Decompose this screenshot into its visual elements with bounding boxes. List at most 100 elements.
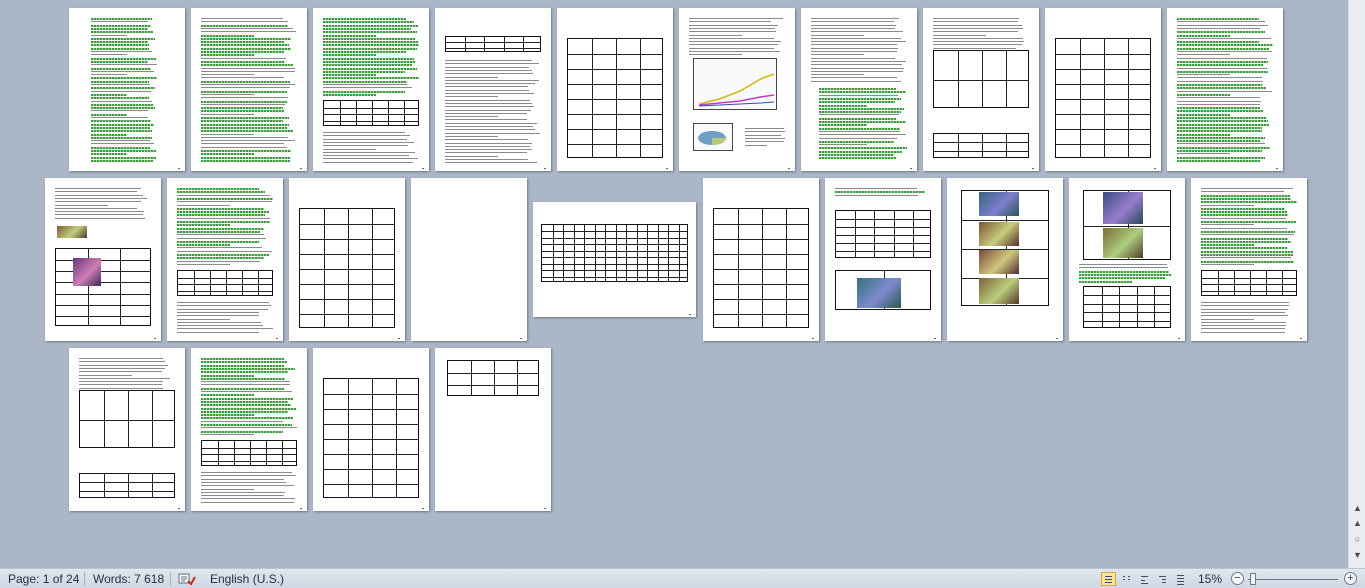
- grammar-marked-line: [177, 227, 264, 230]
- text-line: [177, 328, 273, 330]
- text-line: [811, 21, 894, 23]
- page-number: [788, 168, 790, 169]
- text-line: [177, 305, 272, 307]
- text-line: [689, 34, 742, 36]
- page-counter[interactable]: Page: 1 of 24: [8, 572, 79, 586]
- text-line: [445, 76, 498, 78]
- grammar-marked-line: [201, 74, 254, 76]
- grammar-marked-line: [1201, 247, 1287, 250]
- text-line: [445, 112, 527, 114]
- text-line: [445, 155, 498, 157]
- text-line: [201, 485, 295, 487]
- next-page-icon[interactable]: ▼: [1352, 550, 1363, 561]
- page-thumbnail[interactable]: [313, 348, 429, 511]
- page-thumbnail[interactable]: [191, 348, 307, 511]
- page-thumbnail[interactable]: [69, 8, 185, 171]
- page-thumbnail[interactable]: [313, 8, 429, 171]
- language-indicator[interactable]: English (U.S.): [210, 572, 284, 586]
- browse-object-icon[interactable]: ○: [1352, 534, 1363, 545]
- text-line: [201, 481, 286, 483]
- document-workspace[interactable]: [0, 0, 1348, 568]
- grammar-marked-line: [1177, 100, 1261, 102]
- grammar-marked-line: [1177, 156, 1266, 159]
- grammar-marked-line: [177, 204, 230, 206]
- web-layout-icon[interactable]: [1137, 572, 1152, 586]
- grammar-marked-line: [1177, 107, 1261, 110]
- grammar-marked-line: [201, 27, 294, 29]
- grammar-marked-line: [1201, 204, 1254, 206]
- grammar-marked-line: [91, 90, 151, 92]
- spell-check-icon[interactable]: [178, 572, 196, 586]
- grammar-marked-line: [201, 64, 293, 67]
- grammar-marked-line: [819, 147, 907, 150]
- text-line: [445, 106, 534, 108]
- draft-view-icon[interactable]: [1173, 572, 1188, 586]
- page-thumbnail[interactable]: [45, 178, 161, 341]
- previous-page-icon[interactable]: ▲: [1352, 518, 1363, 529]
- grammar-marked-line: [819, 127, 900, 130]
- page-thumbnail[interactable]: [825, 178, 941, 341]
- page-thumbnail[interactable]: [679, 8, 795, 171]
- text-line: [55, 188, 141, 189]
- page-thumbnail[interactable]: [947, 178, 1063, 341]
- text-line: [745, 137, 785, 139]
- zoom-in-button[interactable]: +: [1344, 572, 1357, 585]
- grammar-marked-line: [1177, 87, 1267, 90]
- grammar-marked-line: [201, 70, 295, 72]
- grammar-marked-line: [1177, 140, 1261, 143]
- page-thumbnail[interactable]: [411, 178, 527, 341]
- page-thumbnail[interactable]: [435, 348, 551, 511]
- full-screen-reading-icon[interactable]: [1119, 572, 1134, 586]
- text-line: [201, 475, 296, 477]
- grammar-marked-line: [201, 150, 292, 152]
- page-number: [398, 338, 400, 339]
- page-thumbnail[interactable]: [435, 8, 551, 171]
- grammar-marked-line: [201, 37, 292, 40]
- zoom-slider[interactable]: [1248, 579, 1338, 580]
- page-thumbnail[interactable]: [167, 178, 283, 341]
- table-thumbnail: [835, 210, 931, 258]
- grammar-marked-line: [91, 126, 151, 129]
- scroll-up-icon[interactable]: ▲: [1352, 503, 1363, 514]
- grammar-marked-line: [1177, 90, 1273, 92]
- grammar-marked-line: [91, 159, 154, 162]
- table-thumbnail: [79, 473, 175, 498]
- grammar-marked-line: [91, 123, 154, 126]
- vertical-scrollbar[interactable]: ▲ ▲ ○ ▼: [1348, 0, 1365, 568]
- text-line: [323, 148, 376, 150]
- page-thumbnail[interactable]: [557, 8, 673, 171]
- table-thumbnail: [55, 248, 151, 326]
- grammar-marked-line: [323, 90, 405, 93]
- page-thumbnail[interactable]: [191, 8, 307, 171]
- grammar-marked-line: [91, 130, 152, 133]
- grammar-marked-line: [835, 191, 925, 194]
- page-thumbnail[interactable]: [533, 202, 696, 317]
- page-thumbnail[interactable]: [1045, 8, 1161, 171]
- page-thumbnail[interactable]: [923, 8, 1039, 171]
- grammar-marked-line: [201, 377, 285, 380]
- page-thumbnail[interactable]: [1167, 8, 1283, 171]
- text-line: [689, 31, 776, 33]
- zoom-level[interactable]: 15%: [1198, 572, 1222, 586]
- page-thumbnail[interactable]: [1069, 178, 1185, 341]
- grammar-marked-line: [201, 358, 284, 360]
- page-thumbnail[interactable]: [703, 178, 819, 341]
- page-thumbnail[interactable]: [69, 348, 185, 511]
- outline-view-icon[interactable]: [1155, 572, 1170, 586]
- word-count[interactable]: Words: 7 618: [93, 572, 164, 586]
- page-thumbnail[interactable]: [1191, 178, 1307, 341]
- grammar-marked-line: [91, 150, 156, 152]
- page-thumbnail[interactable]: [801, 8, 917, 171]
- table-thumbnail: [445, 36, 541, 52]
- page-thumbnail[interactable]: [289, 178, 405, 341]
- grammar-marked-line: [91, 64, 157, 66]
- zoom-slider-thumb[interactable]: [1250, 573, 1256, 585]
- text-line: [323, 135, 411, 137]
- grammar-marked-line: [91, 146, 150, 149]
- text-line: [201, 491, 285, 493]
- zoom-out-button[interactable]: −: [1231, 572, 1244, 585]
- grammar-marked-line: [201, 404, 291, 407]
- print-layout-view-icon[interactable]: [1101, 572, 1116, 586]
- text-line: [79, 374, 132, 376]
- grammar-marked-line: [91, 27, 148, 30]
